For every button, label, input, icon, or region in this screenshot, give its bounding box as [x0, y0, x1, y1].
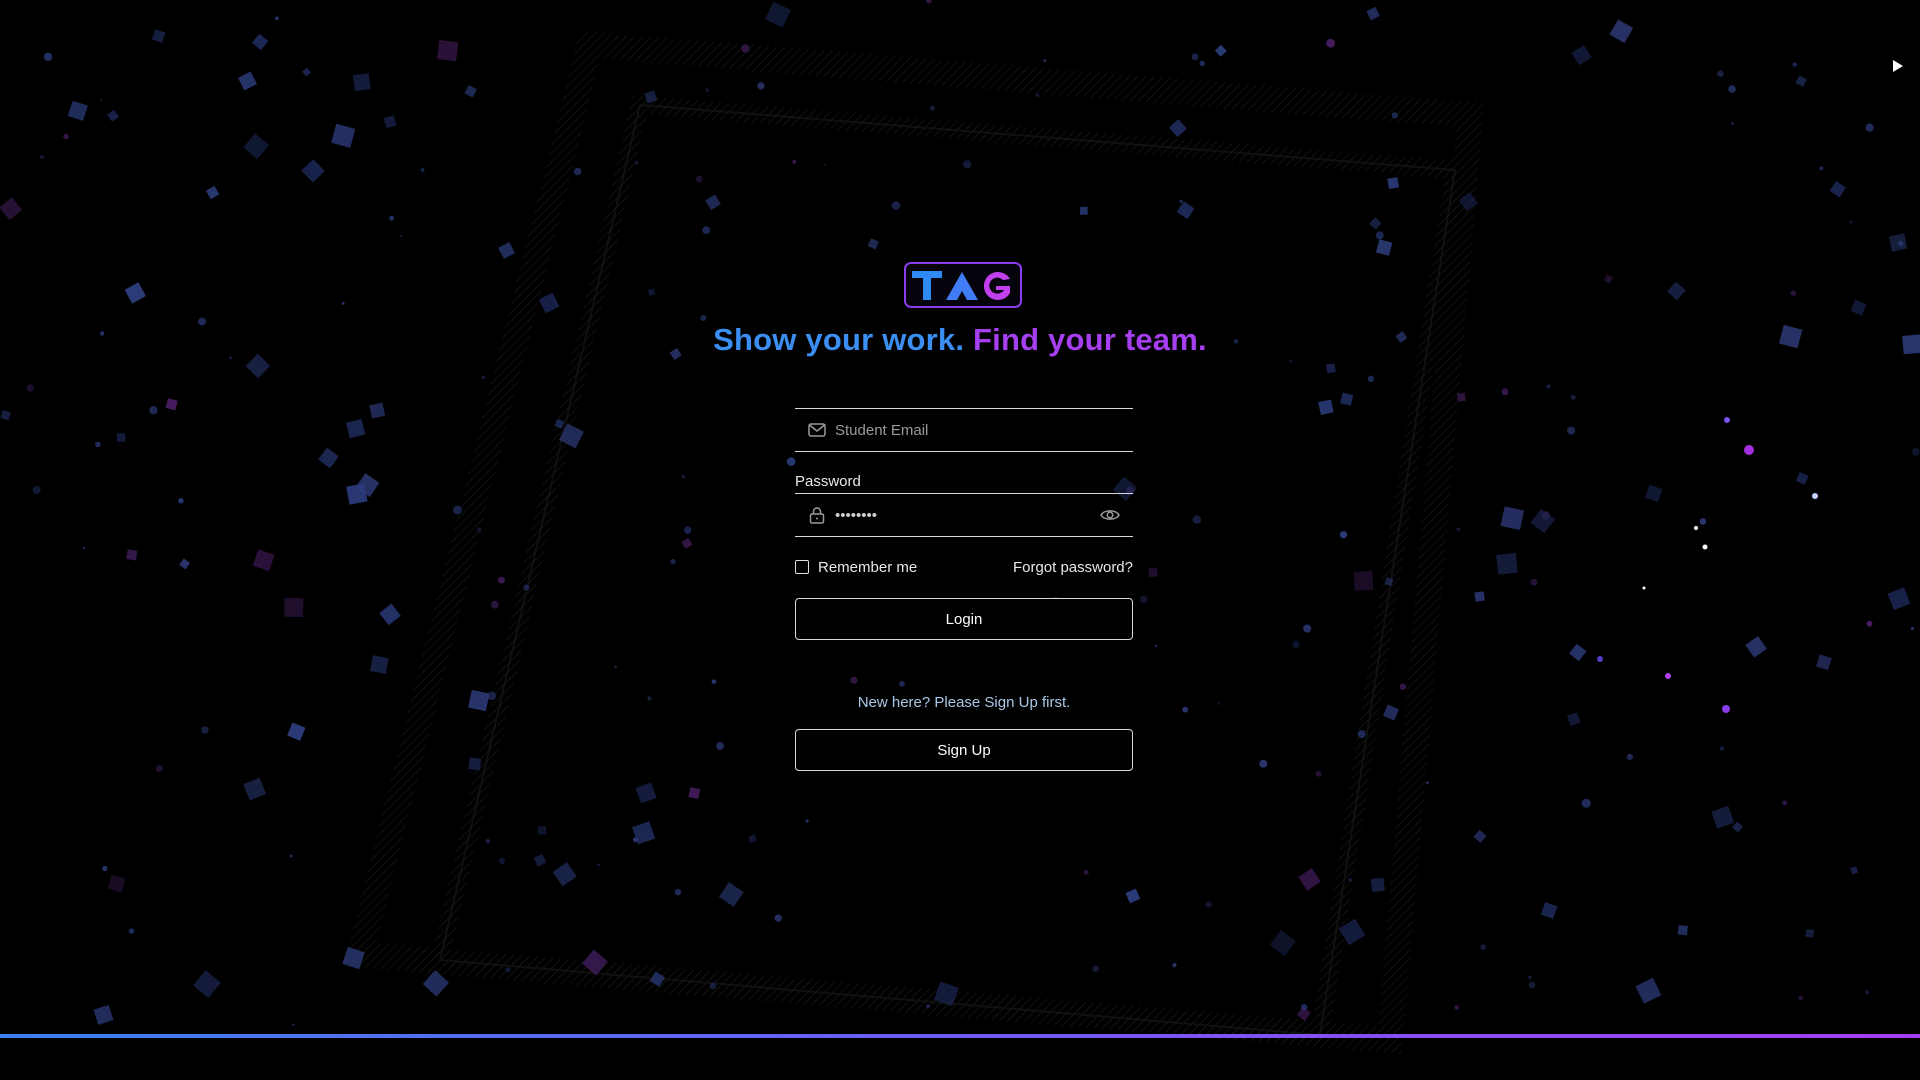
password-input[interactable] [835, 506, 1099, 524]
signup-prompt: New here? Please Sign Up first. [857, 694, 1071, 711]
email-field-wrapper [795, 408, 1133, 452]
tag-logo [904, 262, 1022, 308]
login-page: Show your work. Find your team. Password [0, 0, 1920, 1080]
tagline-part2: Find your team. [973, 322, 1207, 357]
logo-mark [912, 271, 1010, 300]
login-form: Password [795, 408, 1133, 771]
mail-icon [807, 420, 827, 440]
bottom-gradient-bar [0, 1034, 1920, 1038]
password-label: Password [795, 473, 861, 490]
tagline: Show your work. Find your team. [0, 322, 1920, 358]
login-container: Show your work. Find your team. Password [0, 0, 1920, 1080]
signup-button[interactable]: Sign Up [795, 729, 1133, 771]
eye-icon[interactable] [1099, 504, 1121, 526]
login-button[interactable]: Login [795, 598, 1133, 640]
email-input[interactable] [835, 421, 1133, 439]
remember-me-label: Remember me [818, 558, 918, 576]
remember-me-checkbox[interactable]: Remember me [795, 559, 917, 576]
tagline-part1: Show your work. [713, 322, 965, 357]
lock-icon [807, 505, 827, 525]
password-field-wrapper [795, 493, 1133, 537]
checkbox-box[interactable] [795, 560, 809, 574]
forgot-password-link[interactable]: Forgot password? [1013, 559, 1133, 576]
form-options-row: Remember me Forgot password? [795, 557, 1133, 577]
